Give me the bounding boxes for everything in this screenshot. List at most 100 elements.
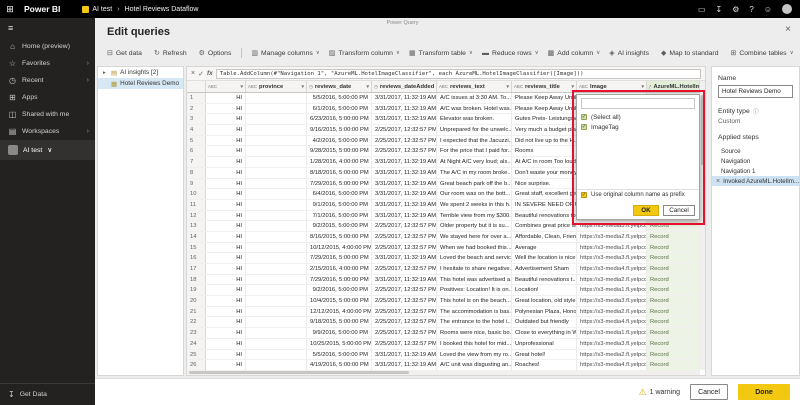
cell-record-link[interactable]: Record	[647, 275, 700, 285]
table-row[interactable]: 14 HI 8/16/2015, 5:00:00 PM 2/25/2017, 1…	[187, 232, 700, 243]
column-header[interactable]: ABC ▾	[206, 81, 246, 92]
cell-record-link[interactable]: Record	[647, 253, 700, 263]
hamburger-icon[interactable]: ≡	[0, 18, 95, 38]
table-row[interactable]: 17 HI 2/15/2016, 4:00:00 PM 2/25/2017, 1…	[187, 264, 700, 275]
ribbon-button[interactable]: ▬ Reduce rows ∨	[482, 50, 539, 57]
popup-search-input[interactable]	[581, 98, 695, 109]
query-list-item[interactable]: ▸ ▤ AI insights [2]	[98, 67, 183, 78]
table-row[interactable]: 24 HI 10/25/2015, 5:00:00 PM 2/25/2017, …	[187, 339, 700, 350]
applied-step-item[interactable]: × Invoked AzureML.HotelIm...	[712, 176, 799, 186]
table-row[interactable]: 18 HI 7/29/2016, 5:00:00 PM 3/31/2017, 1…	[187, 275, 700, 286]
popup-field-option[interactable]: ✓ (Select all)	[581, 112, 695, 122]
cell-record-link[interactable]: Record	[647, 339, 700, 349]
checkbox-checked-icon[interactable]: ✓	[581, 124, 587, 130]
column-header-image[interactable]: ABC Image ▾	[577, 81, 647, 92]
sidebar-item[interactable]: ⊞ Apps	[0, 89, 95, 106]
smiley-feedback-icon[interactable]: ☺	[764, 5, 772, 14]
done-button[interactable]: Done	[738, 384, 790, 400]
warning-status[interactable]: ⚠ 1 warning	[639, 387, 680, 398]
sidebar-item[interactable]: ⌂ Home (preview)	[0, 38, 95, 55]
applied-step-item[interactable]: Navigation	[712, 156, 799, 166]
applied-step-item[interactable]: Navigation 1	[712, 166, 799, 176]
ribbon-button[interactable]: ◆ Map to standard	[661, 49, 722, 57]
formula-cancel-icon[interactable]: ×	[191, 70, 195, 77]
ribbon-button[interactable]: ◈ AI insights	[609, 49, 652, 57]
filter-icon[interactable]: ▾	[641, 84, 644, 90]
vertical-scrollbar[interactable]	[700, 81, 705, 370]
filter-icon[interactable]: ▾	[366, 84, 369, 90]
column-header[interactable]: ◷ reviews_dateAdded ▾	[372, 81, 437, 92]
column-header[interactable]: ◷ reviews_date ▾	[307, 81, 372, 92]
formula-commit-icon[interactable]: ✓	[198, 70, 204, 78]
entity-name-input[interactable]	[718, 85, 793, 98]
ribbon-button[interactable]: ⊞ Combine tables ∨	[730, 49, 793, 57]
table-row[interactable]: 16 HI 7/29/2016, 5:00:00 PM 3/31/2017, 1…	[187, 253, 700, 264]
popup-cancel-button[interactable]: Cancel	[663, 205, 695, 216]
user-avatar[interactable]	[782, 4, 792, 14]
ribbon-button[interactable]: ⚙ Options	[199, 48, 243, 58]
checkbox-checked-icon[interactable]: ✓	[581, 114, 587, 120]
cell-record-link[interactable]: Record	[647, 360, 700, 370]
ribbon-button[interactable]: ↻ Refresh	[154, 49, 190, 57]
ribbon-button[interactable]: ▨ Transform column ∨	[329, 49, 400, 57]
table-row[interactable]: 22 HI 9/18/2015, 5:00:00 PM 2/25/2017, 1…	[187, 317, 700, 328]
query-list-item[interactable]: ▦ Hotel Reviews Demo	[98, 78, 183, 89]
cell-record-link[interactable]: Record	[647, 264, 700, 274]
table-row[interactable]: 20 HI 10/4/2015, 5:00:00 PM 2/25/2017, 1…	[187, 296, 700, 307]
ribbon-button[interactable]: ▩ Add column ∨	[548, 49, 601, 57]
app-logo[interactable]: Power BI	[24, 4, 60, 14]
checkbox-checked-icon[interactable]: ✓	[581, 192, 587, 198]
filter-icon[interactable]: ▾	[506, 84, 509, 90]
horizontal-scrollbar-thumb[interactable]	[189, 371, 409, 374]
table-row[interactable]: 23 HI 9/9/2016, 5:00:00 PM 2/25/2017, 12…	[187, 328, 700, 339]
fx-icon[interactable]: fx	[207, 70, 213, 77]
column-header-azureml[interactable]: ƒ AzureML.HotelIm... ▾	[647, 81, 700, 92]
ribbon-button[interactable]: ⊟ Get data	[107, 49, 145, 57]
help-icon[interactable]: ?	[749, 5, 753, 14]
vertical-scrollbar-thumb[interactable]	[701, 95, 704, 165]
cell-record-link[interactable]: Record	[647, 350, 700, 360]
get-data-button[interactable]: ↧ Get Data	[0, 383, 95, 405]
popup-field-option[interactable]: ✓ ImageTag	[581, 122, 695, 132]
applied-step-item[interactable]: Source	[712, 146, 799, 156]
column-header[interactable]: ABC reviews_text ▾	[437, 81, 512, 92]
table-row[interactable]: 13 HI 9/2/2015, 5:00:00 PM 2/25/2017, 12…	[187, 221, 700, 232]
ribbon-button[interactable]: ▦ Transform table ∨	[409, 49, 473, 57]
filter-icon[interactable]: ▾	[240, 84, 243, 90]
column-header[interactable]: ABC province ▾	[246, 81, 307, 92]
delete-step-icon[interactable]: ×	[716, 178, 720, 185]
chat-icon[interactable]: ▭	[698, 5, 706, 14]
sidebar-item[interactable]: ◫ Shared with me	[0, 106, 95, 123]
table-row[interactable]: 15 HI 10/12/2015, 4:00:00 PM 2/25/2017, …	[187, 243, 700, 254]
download-icon[interactable]: ↧	[716, 5, 723, 14]
sidebar-item-current-workspace[interactable]: AI test ∨	[0, 140, 95, 160]
cell-record-link[interactable]: Record	[647, 328, 700, 338]
cell-record-link[interactable]: Record	[647, 296, 700, 306]
cell-record-link[interactable]: Record	[647, 307, 700, 317]
filter-icon[interactable]: ▾	[571, 84, 574, 90]
ok-button[interactable]: OK	[633, 205, 659, 216]
breadcrumb-workspace[interactable]: AI test	[82, 6, 112, 13]
cancel-button[interactable]: Cancel	[690, 384, 728, 400]
sidebar-item[interactable]: ☆ Favorites ›	[0, 55, 95, 72]
cell-record-link[interactable]: Record	[647, 317, 700, 327]
close-icon[interactable]: ×	[785, 24, 791, 35]
prefix-checkbox-row[interactable]: ✓ Use original column name as prefix	[581, 192, 685, 198]
table-row[interactable]: 19 HI 9/2/2016, 5:00:00 PM 2/25/2017, 12…	[187, 285, 700, 296]
cell-record-link[interactable]: Record	[647, 243, 700, 253]
gear-icon[interactable]: ⚙	[732, 5, 739, 14]
sidebar-item[interactable]: ◷ Recent ›	[0, 72, 95, 89]
table-row[interactable]: 21 HI 12/12/2015, 4:00:00 PM 2/25/2017, …	[187, 307, 700, 318]
cell-record-link[interactable]: Record	[647, 221, 700, 231]
column-header[interactable]: ABC reviews_title ▾	[512, 81, 577, 92]
formula-input[interactable]: Table.AddColumn(#"Navigation 1", "AzureM…	[216, 69, 701, 79]
table-row[interactable]: 25 HI 5/5/2016, 5:00:00 PM 3/31/2017, 11…	[187, 350, 700, 361]
waffle-menu-icon[interactable]: ⊞	[0, 4, 20, 15]
horizontal-scrollbar[interactable]	[187, 370, 700, 375]
info-icon[interactable]: ⓘ	[753, 107, 759, 116]
filter-icon[interactable]: ▾	[301, 84, 304, 90]
cell-record-link[interactable]: Record	[647, 232, 700, 242]
sidebar-item[interactable]: ▤ Workspaces ›	[0, 123, 95, 140]
ribbon-button[interactable]: ▥ Manage columns ∨	[251, 49, 319, 57]
cell-record-link[interactable]: Record	[647, 285, 700, 295]
